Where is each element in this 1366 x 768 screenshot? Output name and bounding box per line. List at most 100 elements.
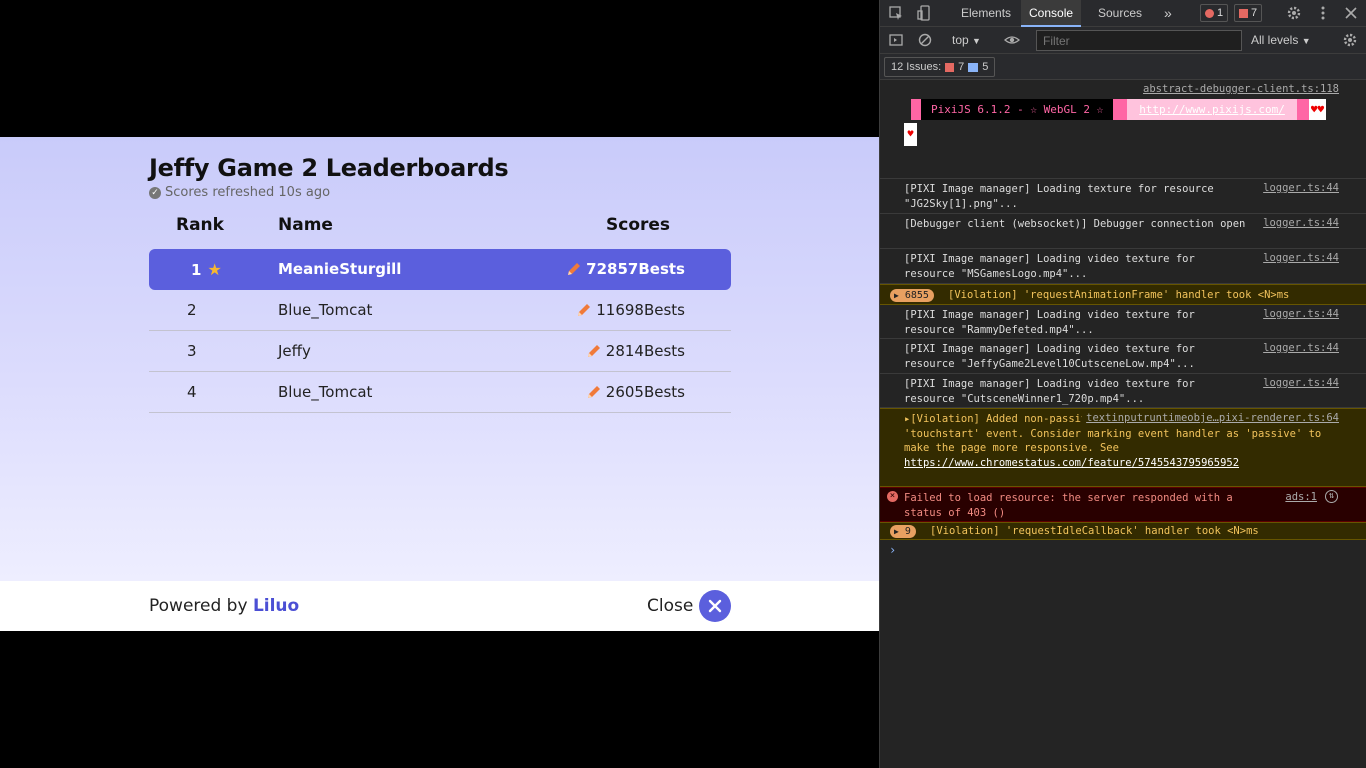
message-source-link[interactable]: logger.ts:44	[1263, 342, 1339, 354]
message-text: [Violation] 'requestIdleCallback' handle…	[930, 525, 1259, 537]
console-settings-gear-icon[interactable]	[1342, 32, 1358, 48]
context-select[interactable]: top ▼	[952, 33, 981, 47]
message-source-link[interactable]: textinputruntimeobje…pixi-renderer.ts:64	[1082, 412, 1339, 424]
issues-button[interactable]: 12 Issues: 7 5	[884, 57, 996, 77]
message-text: [PIXI Image manager] Loading video textu…	[904, 343, 1202, 370]
issues-label: 12 Issues:	[891, 61, 942, 73]
live-expression-eye-icon[interactable]	[1004, 32, 1020, 48]
message-source-link[interactable]: logger.ts:44	[1263, 377, 1339, 389]
context-value: top	[952, 33, 969, 47]
filter-input[interactable]	[1036, 30, 1242, 51]
console-warning[interactable]: ▶ 6855 [Violation] 'requestAnimationFram…	[880, 284, 1366, 305]
score-value: 2605Bests	[605, 383, 685, 401]
score-cell: 11698Bests	[576, 301, 685, 319]
table-row: 4 Blue_Tomcat 2605Bests	[149, 372, 731, 413]
refresh-text: Scores refreshed 10s ago	[165, 185, 331, 200]
rank-cell: 3	[187, 342, 207, 360]
rank-header: Rank	[176, 215, 224, 235]
scores-header: Scores	[606, 215, 671, 235]
close-icon	[708, 599, 722, 613]
message-source-link[interactable]: logger.ts:44	[1263, 252, 1339, 264]
error-icon: ×	[887, 491, 898, 502]
leaderboard-table: 1 ★ MeanieSturgill 72857Bests 2 Blue_Tom…	[149, 249, 731, 413]
repeat-count-badge: ▶ 9	[890, 525, 916, 538]
devtools-tabbar: Elements Console Sources » 1 7	[880, 0, 1366, 27]
close-label[interactable]: Close	[647, 596, 693, 616]
console-warning[interactable]: ▶ 9 [Violation] 'requestIdleCallback' ha…	[880, 522, 1366, 540]
error-icon	[1205, 8, 1214, 18]
check-circle-icon: ✓	[149, 186, 161, 199]
repeat-count-badge: ▶ 6855	[890, 289, 934, 302]
tab-elements[interactable]: Elements	[953, 0, 1019, 27]
banner-segment	[1296, 99, 1309, 120]
console-output: abstract-debugger-client.ts:118 PixiJS 6…	[880, 80, 1366, 768]
console-message: [PIXI Image manager] Loading video textu…	[880, 305, 1366, 339]
player-name: MeanieSturgill	[278, 260, 402, 278]
pixi-url-link[interactable]: http://www.pixijs.com/	[1127, 99, 1297, 120]
rank-cell: 4	[187, 383, 207, 401]
sidebar-toggle-icon[interactable]	[888, 32, 904, 48]
rank-cell: 2	[187, 301, 207, 319]
expand-arrow-icon: ▶	[894, 291, 899, 300]
network-request-icon[interactable]: ⇅	[1325, 490, 1338, 503]
console-error: × Failed to load resource: the server re…	[880, 487, 1366, 522]
rank-cell: 1 ★	[191, 260, 222, 279]
error-count: 1	[1217, 7, 1224, 19]
console-message: abstract-debugger-client.ts:118 PixiJS 6…	[880, 80, 1366, 179]
rank-value: 4	[187, 383, 197, 401]
banner-segment	[1113, 99, 1128, 120]
inspect-element-icon[interactable]	[888, 5, 904, 21]
console-prompt[interactable]: ›	[889, 543, 896, 557]
pixi-hearts: ♥♥	[1308, 99, 1327, 120]
message-text: [PIXI Image manager] Loading video textu…	[904, 253, 1202, 280]
clear-console-icon[interactable]	[917, 32, 933, 48]
name-header: Name	[278, 215, 333, 235]
score-value: 11698Bests	[596, 301, 685, 319]
score-cell: 72857Bests	[566, 260, 685, 278]
chromestatus-link[interactable]: https://www.chromestatus.com/feature/574…	[904, 457, 1239, 469]
leaderboard-title: Jeffy Game 2 Leaderboards	[149, 154, 509, 182]
powered-by-text: Powered by	[149, 596, 253, 616]
player-name: Jeffy	[278, 342, 311, 360]
pixi-banner: PixiJS 6.1.2 - ☆ WebGL 2 ☆ http://www.pi…	[911, 99, 1327, 120]
message-source-link[interactable]: logger.ts:44	[1263, 182, 1339, 194]
game-viewport: Jeffy Game 2 Leaderboards ✓ Scores refre…	[0, 0, 879, 768]
player-name: Blue_Tomcat	[278, 383, 373, 401]
close-devtools-icon[interactable]	[1343, 5, 1359, 21]
tab-console[interactable]: Console	[1021, 0, 1082, 27]
star-icon: ★	[207, 260, 222, 279]
rank-value: 1	[191, 260, 202, 279]
kebab-menu-icon[interactable]	[1315, 5, 1331, 21]
issues-bar: 12 Issues: 7 5	[880, 54, 1366, 80]
message-icon	[968, 62, 979, 72]
message-source-link[interactable]: abstract-debugger-client.ts:118	[1143, 83, 1339, 95]
log-levels-select[interactable]: All levels ▼	[1251, 33, 1311, 47]
rank-value: 3	[187, 342, 197, 360]
settings-gear-icon[interactable]	[1286, 5, 1302, 21]
message-source-link[interactable]: logger.ts:44	[1263, 217, 1339, 229]
issue-count: 7	[1251, 7, 1258, 19]
leaderboard-footer	[0, 581, 879, 631]
more-tabs-icon[interactable]: »	[1156, 0, 1180, 27]
close-button[interactable]	[699, 590, 731, 622]
message-text: [Debugger client (websocket)] Debugger c…	[904, 218, 1246, 230]
issues-error-count: 7	[958, 61, 965, 73]
issue-flag-icon	[945, 62, 955, 72]
issue-count-badge[interactable]: 7	[1234, 4, 1263, 22]
repeat-count: 9	[904, 526, 911, 537]
error-count-badge[interactable]: 1	[1200, 4, 1229, 22]
device-toolbar-icon[interactable]	[916, 5, 932, 21]
issues-info-count: 5	[982, 61, 989, 73]
score-cell: 2814Bests	[586, 342, 685, 360]
message-source-link[interactable]: logger.ts:44	[1263, 308, 1339, 320]
message-text: [Violation] 'requestAnimationFrame' hand…	[948, 289, 1290, 301]
pixi-heart: ♥	[904, 123, 917, 146]
console-warning[interactable]: ▸[Violation] Added non-passive event lis…	[880, 408, 1366, 487]
message-source-link[interactable]: ads:1	[1285, 491, 1317, 503]
liluo-link[interactable]: Liluo	[253, 596, 299, 616]
chevron-down-icon: ▼	[1301, 36, 1311, 46]
tab-sources[interactable]: Sources	[1090, 0, 1150, 27]
log-levels-value: All levels	[1251, 33, 1299, 47]
message-text: Failed to load resource: the server resp…	[904, 492, 1240, 519]
banner-segment	[911, 99, 921, 120]
